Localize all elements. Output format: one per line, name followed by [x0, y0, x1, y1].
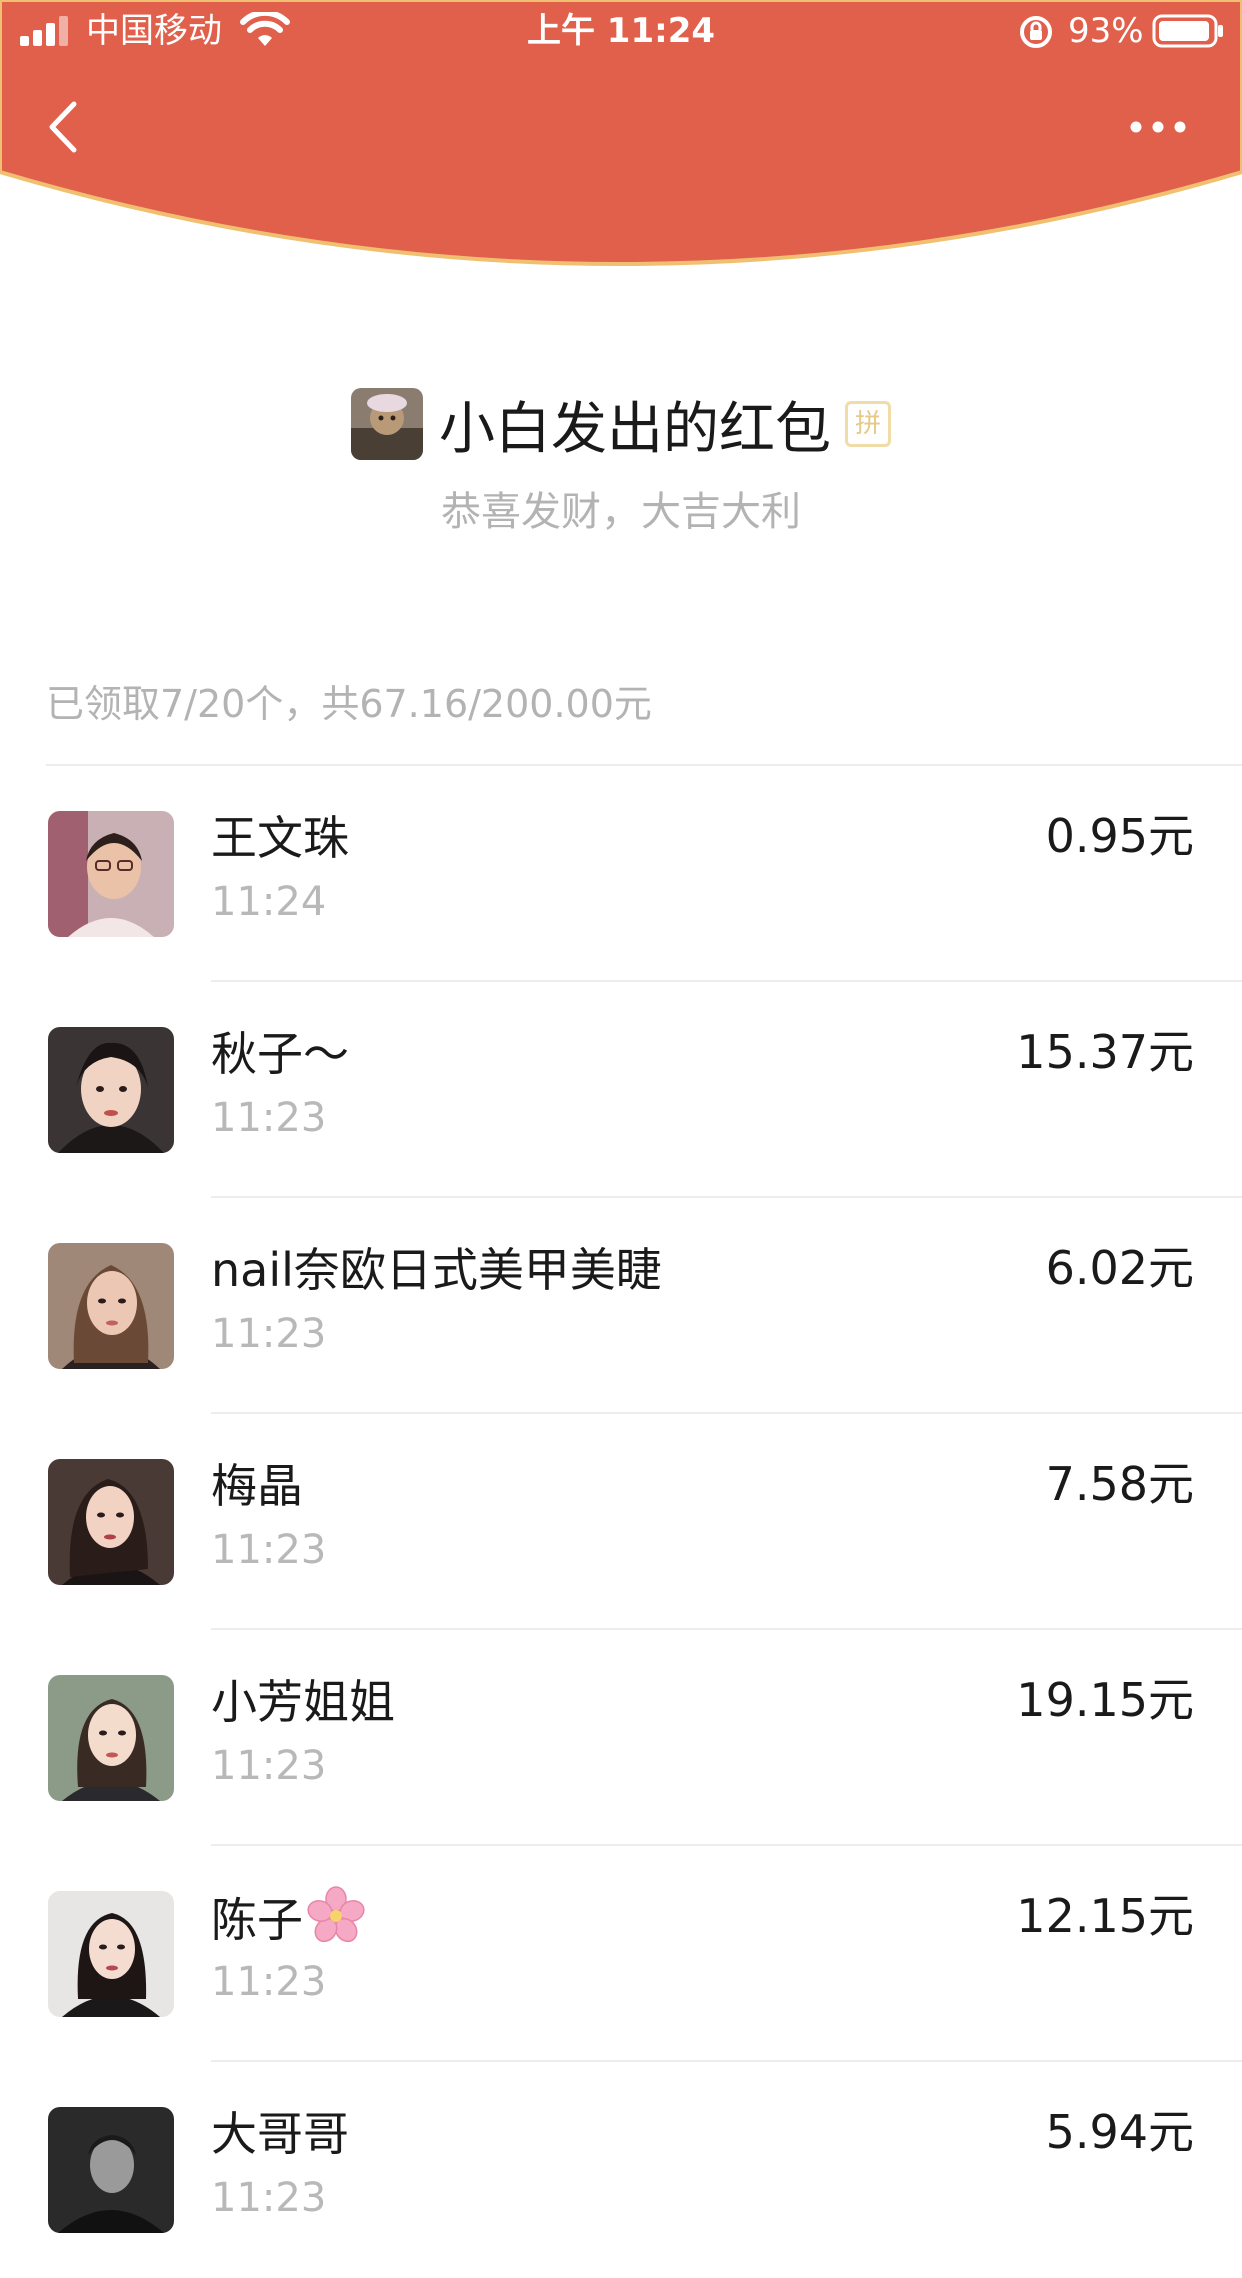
avatar[interactable] [48, 1027, 174, 1153]
recipient-name-text: 陈子 [211, 1893, 303, 1947]
claim-summary: 已领取7/20个，共67.16/200.00元 [46, 682, 652, 726]
claim-amount: 7.58元 [1045, 1457, 1194, 1511]
claim-time: 11:23 [211, 1743, 327, 1789]
recipient-name: 秋子～ [211, 1027, 349, 1081]
claim-amount: 0.95元 [1045, 809, 1194, 863]
battery-icon [1152, 14, 1223, 48]
avatar[interactable] [48, 811, 174, 937]
recipient-row[interactable]: 秋子～ 11:23 15.37元 [0, 982, 1242, 1198]
recipient-name: 梅晶 [211, 1459, 303, 1513]
claim-amount: 6.02元 [1045, 1241, 1194, 1295]
claim-time: 11:23 [211, 2175, 327, 2221]
claim-time: 11:24 [211, 879, 327, 925]
avatar[interactable] [48, 1891, 174, 2017]
recipient-row[interactable]: 梅晶 11:23 7.58元 [0, 1414, 1242, 1630]
recipient-name: 小芳姐姐 [211, 1675, 395, 1729]
claim-amount: 19.15元 [1016, 1673, 1194, 1727]
recipient-name: 王文珠 [211, 811, 349, 865]
status-time: 上午 11:24 [526, 11, 716, 51]
avatar[interactable] [48, 1675, 174, 1801]
claim-amount: 12.15元 [1016, 1889, 1194, 1943]
recipient-row[interactable]: 小芳姐姐 11:23 19.15元 [0, 1630, 1242, 1846]
avatar[interactable] [48, 1459, 174, 1585]
claim-time: 11:23 [211, 1311, 327, 1357]
recipient-row[interactable]: 陈子 11:23 12.15元 [0, 1846, 1242, 2062]
lucky-draw-badge: 拼 [845, 401, 891, 447]
battery-percent: 93% [1068, 11, 1144, 51]
cherry-blossom-icon [307, 1886, 365, 1943]
claim-time: 11:23 [211, 1959, 327, 2005]
recipient-name: nail奈欧日式美甲美睫 [211, 1243, 662, 1297]
avatar[interactable] [48, 1243, 174, 1369]
sender-avatar[interactable] [351, 388, 423, 460]
envelope-title-row: 小白发出的红包 拼 [0, 384, 1242, 464]
avatar[interactable] [48, 2107, 174, 2233]
recipient-row[interactable]: nail奈欧日式美甲美睫 11:23 6.02元 [0, 1198, 1242, 1414]
recipient-list: 王文珠 11:24 0.95元 秋子～ 11:23 15.37元 nail奈欧日… [0, 766, 1242, 2278]
claim-time: 11:23 [211, 1095, 327, 1141]
claim-amount: 15.37元 [1016, 1025, 1194, 1079]
claim-amount: 5.94元 [1045, 2105, 1194, 2159]
recipient-row[interactable]: 大哥哥 11:23 5.94元 [0, 2062, 1242, 2278]
recipient-name: 大哥哥 [211, 2107, 349, 2161]
recipient-row[interactable]: 王文珠 11:24 0.95元 [0, 766, 1242, 982]
envelope-title: 小白发出的红包 [439, 396, 831, 462]
more-icon[interactable] [1128, 110, 1188, 144]
back-icon[interactable] [40, 94, 90, 160]
recipient-name: 陈子 [211, 1886, 365, 1952]
greeting-message: 恭喜发财，大吉大利 [441, 489, 801, 535]
status-bar: 中国移动 上午 11:24 93% [0, 0, 1242, 64]
rotation-lock-icon [1020, 16, 1052, 48]
claim-time: 11:23 [211, 1527, 327, 1573]
